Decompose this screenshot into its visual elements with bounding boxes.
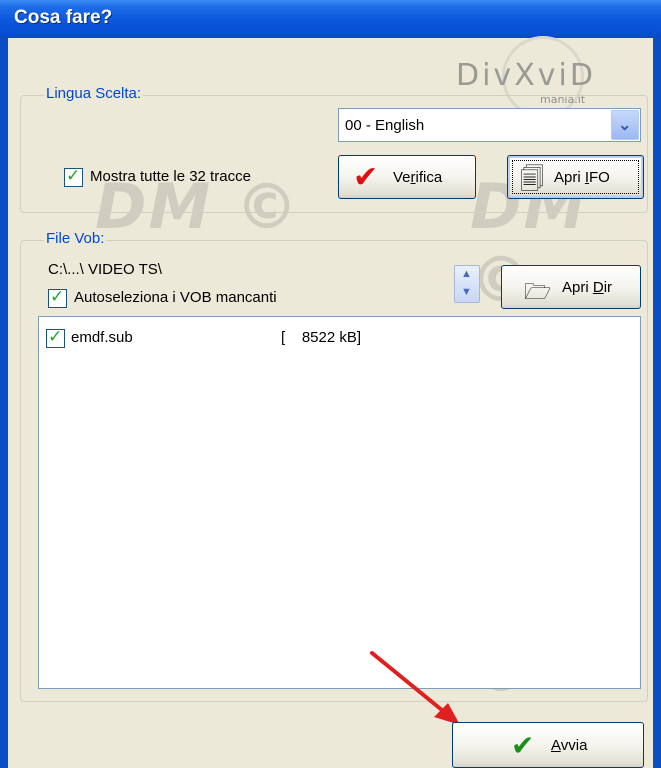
check-icon: ✓ bbox=[66, 166, 81, 186]
verify-button[interactable]: ✔ Verifica bbox=[338, 155, 476, 199]
vob-order-spinner[interactable]: ▲ ▼ bbox=[454, 265, 480, 303]
dialog-window: Cosa fare? DivXviD mania.it DM © DM © DM… bbox=[0, 0, 661, 768]
title-bar[interactable]: Cosa fare? bbox=[0, 0, 661, 38]
window-frame-right bbox=[653, 38, 661, 768]
autoselect-vob-label[interactable]: Autoseleziona i VOB mancanti bbox=[74, 289, 277, 306]
open-ifo-button-label: Apri IFO bbox=[554, 169, 610, 186]
vob-path: C:\...\ VIDEO TS\ bbox=[48, 261, 162, 278]
list-item[interactable]: ✓ emdf.sub [ 8522 kB] bbox=[39, 327, 640, 351]
vob-group-label: File Vob: bbox=[44, 230, 107, 247]
show-all-tracks-checkbox[interactable]: ✓ bbox=[64, 166, 83, 187]
check-icon: ✓ bbox=[48, 327, 63, 347]
start-button-label: Avvia bbox=[551, 737, 588, 754]
file-checkbox[interactable]: ✓ bbox=[46, 327, 65, 348]
checkmark-icon: ✔ bbox=[511, 729, 535, 762]
document-icon: 🗐 bbox=[520, 165, 544, 193]
arrow-up-icon[interactable]: ▲ bbox=[461, 268, 472, 280]
check-icon: ✓ bbox=[50, 287, 65, 307]
file-name: emdf.sub bbox=[71, 329, 133, 346]
open-ifo-button[interactable]: 🗐 Apri IFO bbox=[507, 155, 644, 199]
vob-file-list[interactable]: ✓ emdf.sub [ 8522 kB] bbox=[38, 316, 641, 689]
show-all-tracks-label[interactable]: Mostra tutte le 32 tracce bbox=[90, 168, 251, 185]
open-dir-button[interactable]: 🗁 Apri Dir bbox=[501, 265, 641, 309]
autoselect-vob-checkbox[interactable]: ✓ bbox=[48, 287, 67, 308]
open-dir-button-label: Apri Dir bbox=[562, 279, 613, 296]
chevron-down-icon: ⌄ bbox=[618, 117, 632, 134]
window-title: Cosa fare? bbox=[14, 7, 113, 28]
folder-open-icon: 🗁 bbox=[524, 280, 552, 305]
file-size: [ 8522 kB] bbox=[281, 329, 362, 346]
language-select[interactable]: 00 - English ⌄ bbox=[338, 108, 641, 142]
window-frame-left bbox=[0, 38, 8, 768]
arrow-down-icon[interactable]: ▼ bbox=[461, 286, 472, 298]
checkmark-icon: ✔ bbox=[353, 160, 379, 195]
dropdown-arrow-button[interactable]: ⌄ bbox=[611, 110, 639, 140]
language-group-label: Lingua Scelta: bbox=[44, 85, 144, 102]
language-select-value: 00 - English bbox=[345, 117, 425, 134]
start-button[interactable]: ✔ Avvia bbox=[452, 722, 644, 768]
verify-button-label: Verifica bbox=[393, 169, 443, 186]
